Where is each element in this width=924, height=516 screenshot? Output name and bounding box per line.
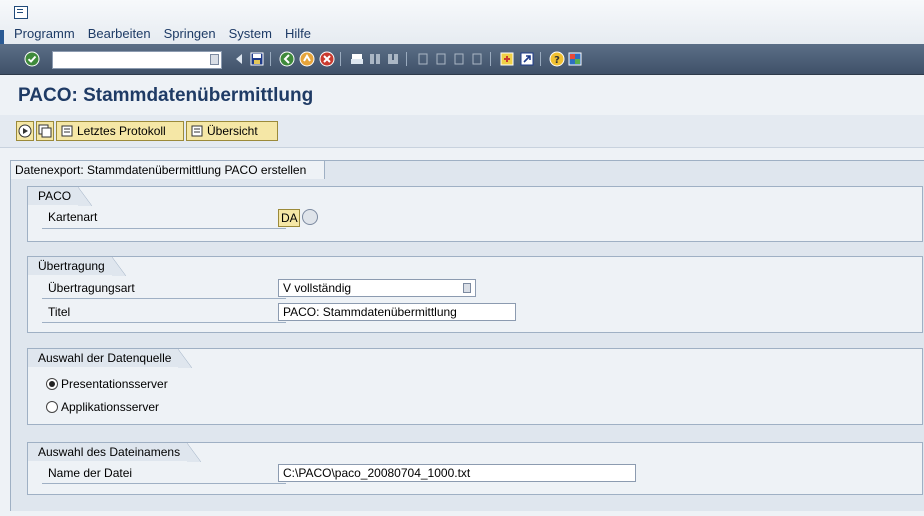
last-page-icon[interactable]	[468, 50, 486, 68]
group-datenquelle: Auswahl der Datenquelle Presentationsser…	[27, 348, 923, 425]
titel-label: Titel	[48, 305, 71, 319]
uebertragungsart-select[interactable]: V vollständig	[278, 279, 476, 297]
menu-accent	[0, 30, 4, 44]
uebertragungsart-value: V vollständig	[283, 281, 352, 295]
menu-item-programm[interactable]: Programm	[14, 26, 75, 41]
find-next-icon[interactable]	[384, 50, 402, 68]
content-header: Datenexport: Stammdatenübermittlung PACO…	[11, 161, 326, 179]
toolbar-separator	[490, 52, 491, 66]
uebertragungsart-underline	[42, 298, 286, 299]
layout-menu-icon[interactable]	[566, 50, 584, 68]
first-page-icon[interactable]	[414, 50, 432, 68]
variant-button[interactable]	[36, 121, 54, 141]
toolbar-separator	[340, 52, 341, 66]
titel-underline	[42, 322, 286, 323]
radio-selected-icon	[46, 378, 58, 390]
last-log-label: Letztes Protokoll	[77, 124, 166, 138]
radio-presentationsserver[interactable]: Presentationsserver	[46, 376, 168, 392]
next-page-icon[interactable]	[450, 50, 468, 68]
group-uebertragung-title: Übertragung	[27, 256, 126, 276]
svg-text:?: ?	[554, 55, 560, 66]
dateiname-underline	[42, 483, 286, 484]
kartenart-label: Kartenart	[48, 210, 98, 224]
help-icon[interactable]: ?	[548, 50, 566, 68]
f4-help-icon[interactable]	[302, 209, 318, 225]
toolbar-separator	[406, 52, 407, 66]
command-dropdown-icon[interactable]	[210, 54, 219, 65]
main-content: Datenexport: Stammdatenübermittlung PACO…	[10, 160, 924, 511]
menu-item-hilfe[interactable]: Hilfe	[285, 26, 311, 41]
execute-button[interactable]	[16, 121, 34, 141]
group-uebertragung: Übertragung Übertragungsart V vollständi…	[27, 256, 923, 333]
shortcut-icon[interactable]	[518, 50, 536, 68]
command-field[interactable]	[52, 51, 222, 69]
menu-items: Programm Bearbeiten Springen System Hilf…	[14, 26, 311, 41]
overview-label: Übersicht	[207, 124, 258, 138]
kartenart-underline	[42, 228, 286, 229]
back-arrow-icon[interactable]	[230, 50, 248, 68]
menu-bar: Programm Bearbeiten Springen System Hilf…	[0, 0, 924, 45]
variant-icon	[38, 124, 52, 138]
last-log-button[interactable]: Letztes Protokoll	[56, 121, 184, 141]
group-paco-title: PACO	[27, 186, 93, 206]
menu-item-system[interactable]: System	[229, 26, 272, 41]
cancel-icon[interactable]	[318, 50, 336, 68]
radio-applikationsserver[interactable]: Applikationsserver	[46, 399, 159, 415]
dropdown-icon[interactable]	[463, 283, 471, 293]
standard-toolbar: ?	[0, 44, 924, 75]
radio-applikationsserver-label: Applikationsserver	[61, 400, 160, 414]
menu-item-bearbeiten[interactable]: Bearbeiten	[88, 26, 151, 41]
back-icon[interactable]	[278, 50, 296, 68]
group-datenquelle-title: Auswahl der Datenquelle	[27, 348, 193, 368]
system-menu-icon[interactable]	[14, 6, 28, 19]
print-icon[interactable]	[348, 50, 366, 68]
radio-unselected-icon	[46, 401, 58, 413]
log-icon	[60, 124, 74, 138]
radio-presentationsserver-label: Presentationsserver	[61, 377, 168, 391]
group-paco: PACO Kartenart DA	[27, 186, 923, 242]
overview-icon	[190, 124, 204, 138]
overview-button[interactable]: Übersicht	[186, 121, 278, 141]
toolbar-separator	[270, 52, 271, 66]
menu-item-springen[interactable]: Springen	[164, 26, 216, 41]
page-title: PACO: Stammdatenübermittlung	[18, 85, 314, 106]
uebertragungsart-label: Übertragungsart	[48, 281, 135, 295]
exit-icon[interactable]	[298, 50, 316, 68]
enter-check-icon[interactable]	[23, 50, 41, 68]
application-toolbar: Letztes Protokoll Übersicht	[0, 115, 924, 148]
toolbar-separator	[540, 52, 541, 66]
group-dateiname-title: Auswahl des Dateinamens	[27, 442, 202, 462]
dateiname-label: Name der Datei	[48, 466, 133, 480]
kartenart-field[interactable]: DA	[278, 209, 300, 227]
group-dateiname: Auswahl des Dateinamens Name der Datei C…	[27, 442, 923, 495]
execute-icon	[18, 124, 32, 138]
find-icon[interactable]	[366, 50, 384, 68]
save-icon[interactable]	[248, 50, 266, 68]
titel-field[interactable]: PACO: Stammdatenübermittlung	[278, 303, 516, 321]
previous-page-icon[interactable]	[432, 50, 450, 68]
title-bar: PACO: Stammdatenübermittlung	[0, 75, 924, 115]
dateiname-field[interactable]: C:\PACO\paco_20080704_1000.txt	[278, 464, 636, 482]
new-session-icon[interactable]	[498, 50, 516, 68]
